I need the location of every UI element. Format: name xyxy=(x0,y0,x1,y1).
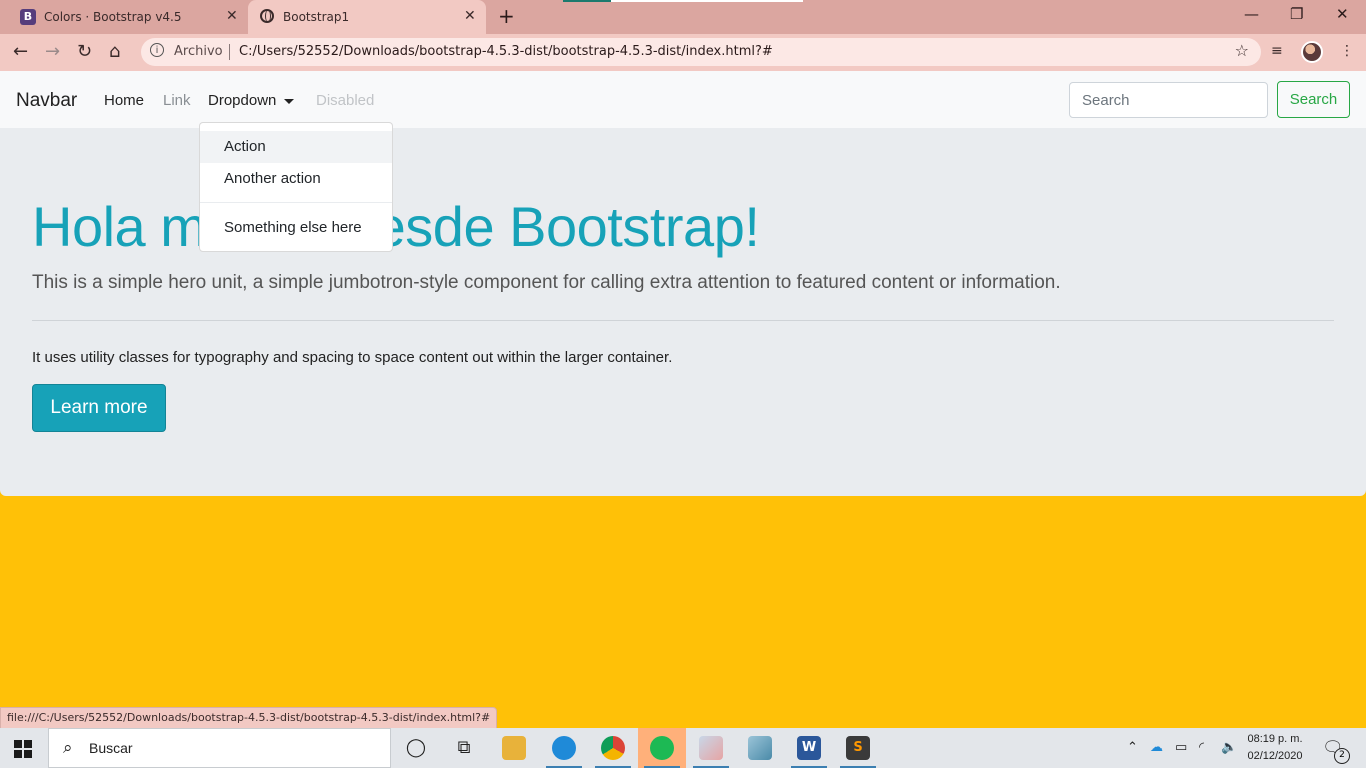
reload-icon[interactable]: ↻ xyxy=(77,41,92,62)
tab-colors-bootstrap[interactable]: B Colors · Bootstrap v4.5 ✕ xyxy=(8,0,248,34)
tab-title: Colors · Bootstrap v4.5 xyxy=(44,10,182,24)
navbar: Navbar Home Link Dropdown Disabled Searc… xyxy=(0,71,1366,128)
home-icon[interactable]: ⌂ xyxy=(109,41,120,62)
battery-icon[interactable]: ▭ xyxy=(1175,728,1187,768)
start-tile xyxy=(14,750,22,758)
taskbar-search[interactable]: ⌕ Buscar xyxy=(48,728,391,768)
jumbotron-lead: This is a simple hero unit, a simple jum… xyxy=(32,272,1061,293)
taskbar-search-text: Buscar xyxy=(89,740,133,756)
restore-icon[interactable]: ❐ xyxy=(1290,5,1303,23)
notes-glyph xyxy=(748,736,772,760)
media-queue-icon[interactable]: ≡ xyxy=(1271,43,1283,59)
tab-strip-accent-2 xyxy=(563,0,611,2)
start-tile xyxy=(24,740,32,748)
profile-avatar[interactable] xyxy=(1301,41,1323,63)
omnibox[interactable]: i Archivo C:/Users/52552/Downloads/boots… xyxy=(141,38,1261,66)
minimize-icon[interactable]: — xyxy=(1244,5,1259,23)
dropdown-item-another-action[interactable]: Another action xyxy=(200,163,392,195)
windows-start-icon[interactable] xyxy=(14,740,32,758)
tab-title: Bootstrap1 xyxy=(283,10,350,24)
chrome-icon[interactable] xyxy=(589,728,637,768)
globe-icon xyxy=(260,9,274,23)
dropdown-item-action[interactable]: Action xyxy=(200,131,392,163)
forward-icon[interactable]: → xyxy=(45,41,60,62)
tray-chevron-icon[interactable]: ⌃ xyxy=(1127,728,1138,768)
clock[interactable]: 08:19 p. m. 02/12/2020 xyxy=(1240,731,1310,765)
taskbar: ⌕ Buscar ◯ ⧉ W S ⌃ ☁ ▭ ◜ 🔈 08:19 p. m. 0… xyxy=(0,728,1366,768)
address-toolbar: ← → ↻ ⌂ i Archivo C:/Users/52552/Downloa… xyxy=(0,34,1366,72)
learn-more-button[interactable]: Learn more xyxy=(32,384,166,432)
sublime-text-icon[interactable]: S xyxy=(834,728,882,768)
cortana-icon[interactable]: ◯ xyxy=(392,728,440,768)
bootstrap-favicon-icon: B xyxy=(20,9,36,25)
wifi-icon[interactable]: ◜ xyxy=(1199,728,1204,768)
start-tile xyxy=(24,750,32,758)
onedrive-icon[interactable]: ☁ xyxy=(1150,728,1163,768)
paint-glyph xyxy=(699,736,723,760)
page-viewport: Navbar Home Link Dropdown Disabled Searc… xyxy=(0,71,1366,707)
browser-tab-strip: B Colors · Bootstrap v4.5 ✕ Bootstrap1 ✕… xyxy=(0,0,1366,34)
menu-kebab-icon[interactable]: ⋮ xyxy=(1340,43,1354,59)
tab-bootstrap1[interactable]: Bootstrap1 ✕ xyxy=(248,0,486,34)
bookmark-star-icon[interactable]: ☆ xyxy=(1235,41,1249,60)
file-explorer-icon[interactable] xyxy=(490,728,538,768)
security-label: Archivo xyxy=(174,44,223,59)
paint-icon[interactable] xyxy=(687,728,735,768)
omnibox-separator xyxy=(229,44,230,60)
dropdown-item-something-else[interactable]: Something else here xyxy=(200,212,392,244)
close-tab-icon[interactable]: ✕ xyxy=(226,8,238,24)
search-input[interactable] xyxy=(1069,82,1268,118)
volume-icon[interactable]: 🔈 xyxy=(1221,728,1237,768)
task-view-icon[interactable]: ⧉ xyxy=(440,728,488,768)
edge-icon[interactable] xyxy=(540,728,588,768)
back-icon[interactable]: ← xyxy=(13,41,28,62)
nav-link[interactable]: Link xyxy=(163,92,191,109)
nav-home[interactable]: Home xyxy=(104,92,144,109)
nav-dropdown[interactable]: Dropdown xyxy=(208,92,295,109)
notes-app-icon[interactable] xyxy=(736,728,784,768)
info-icon[interactable]: i xyxy=(150,43,164,57)
spotify-icon[interactable] xyxy=(638,728,686,768)
sublime-glyph: S xyxy=(846,736,870,760)
jumbotron-text: It uses utility classes for typography a… xyxy=(32,349,673,366)
folder-glyph xyxy=(502,736,526,760)
close-tab-icon[interactable]: ✕ xyxy=(464,8,476,24)
nav-dropdown-label: Dropdown xyxy=(208,92,277,109)
dropdown-menu: Action Another action Something else her… xyxy=(199,122,393,252)
new-tab-icon[interactable]: + xyxy=(498,4,515,28)
caret-down-icon xyxy=(284,98,295,104)
clock-time: 08:19 p. m. xyxy=(1247,733,1303,745)
start-tile xyxy=(14,740,22,748)
word-glyph: W xyxy=(797,736,821,760)
search-icon: ⌕ xyxy=(63,738,73,758)
navbar-brand[interactable]: Navbar xyxy=(16,90,77,112)
clock-date: 02/12/2020 xyxy=(1247,750,1303,762)
dropdown-divider xyxy=(200,202,392,203)
divider xyxy=(32,320,1334,321)
jumbotron-title: Hola mundo desde Bootstrap! xyxy=(32,195,760,258)
word-icon[interactable]: W xyxy=(785,728,833,768)
chrome-glyph xyxy=(601,736,625,760)
status-url-bubble: file:///C:/Users/52552/Downloads/bootstr… xyxy=(0,707,498,730)
nav-disabled: Disabled xyxy=(316,92,375,109)
url-text[interactable]: C:/Users/52552/Downloads/bootstrap-4.5.3… xyxy=(239,44,773,59)
edge-glyph xyxy=(552,736,576,760)
close-window-icon[interactable]: ✕ xyxy=(1336,5,1349,23)
spotify-glyph xyxy=(650,736,674,760)
notification-badge: 2 xyxy=(1334,748,1350,764)
search-button[interactable]: Search xyxy=(1277,81,1350,118)
